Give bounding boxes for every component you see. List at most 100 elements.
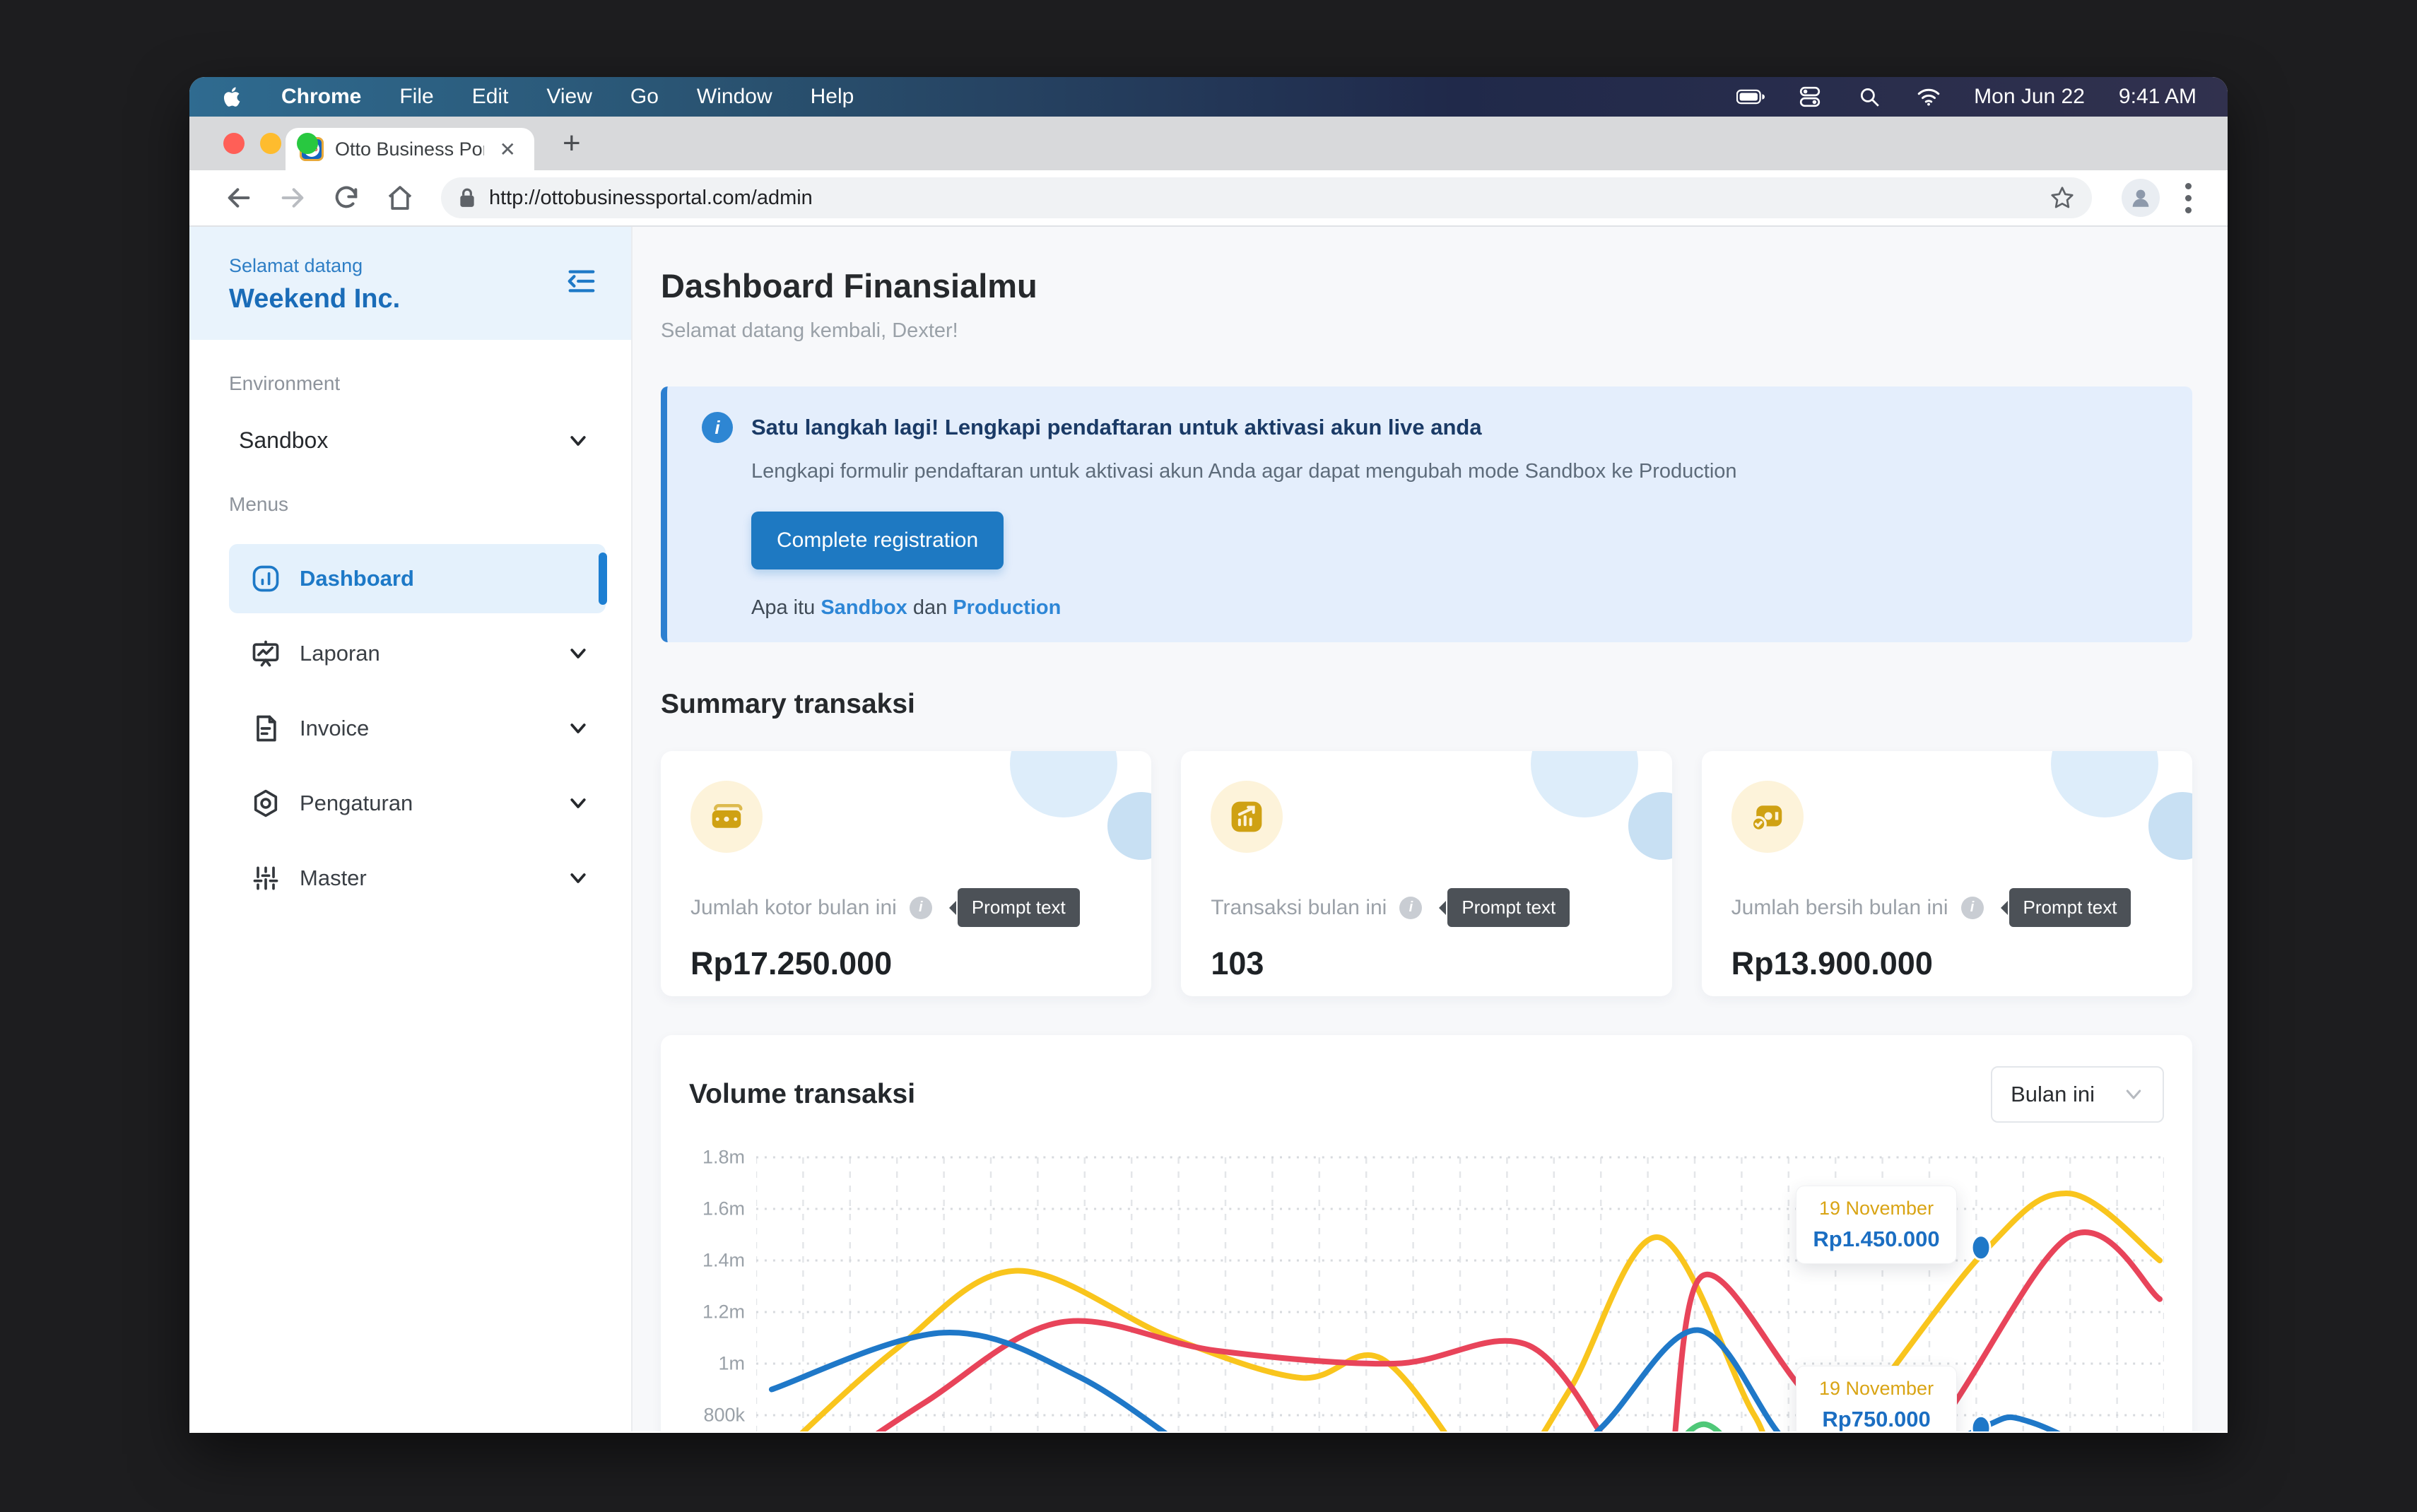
line-chart: 1.8m1.6m1.4m1.2m1m800k600k 19 NovemberRp…	[689, 1147, 2164, 1431]
chart-marker-dot[interactable]	[1972, 1236, 1990, 1260]
window-controls	[223, 133, 318, 154]
environment-select[interactable]: Sandbox	[229, 395, 606, 493]
decorative-circle	[1010, 751, 1117, 817]
chevron-down-icon	[2123, 1084, 2144, 1105]
card-label: Jumlah kotor bulan ini	[690, 896, 897, 920]
browser-menu-icon[interactable]	[2184, 183, 2192, 213]
money-check-icon	[1731, 781, 1804, 853]
profile-avatar[interactable]	[2122, 179, 2160, 217]
banner-description: Lengkapi formulir pendaftaran untuk akti…	[751, 460, 2160, 483]
menubar-item-window[interactable]: Window	[697, 85, 772, 109]
sidebar-item-invoice[interactable]: Invoice	[229, 694, 606, 763]
tooltip-date: 19 November	[1804, 1198, 1949, 1219]
sandbox-link[interactable]: Sandbox	[821, 596, 907, 619]
sliders-icon	[250, 863, 281, 894]
back-icon[interactable]	[225, 184, 253, 212]
sidebar: Selamat datang Weekend Inc. Environment …	[189, 227, 633, 1431]
page-title: Dashboard Finansialmu	[661, 266, 2192, 305]
sidebar-item-label: Laporan	[300, 641, 568, 666]
apple-logo-icon	[220, 85, 245, 109]
chart-up-icon	[1211, 781, 1283, 853]
browser-tab[interactable]: otto Otto Business Portal ✕	[286, 128, 534, 170]
address-bar[interactable]: http://ottobusinessportal.com/admin	[441, 177, 2092, 218]
sidebar-item-laporan[interactable]: Laporan	[229, 619, 606, 688]
card-value: 103	[1211, 945, 1642, 982]
info-icon: i	[702, 412, 733, 443]
new-tab-button[interactable]: +	[563, 122, 581, 165]
card-jumlah-bersih: Jumlah bersih bulan ini i Prompt text Rp…	[1702, 751, 2192, 996]
menubar-item-file[interactable]: File	[399, 85, 433, 109]
chevron-down-icon	[568, 718, 589, 739]
card-label: Transaksi bulan ini	[1211, 896, 1387, 920]
registration-banner: i Satu langkah lagi! Lengkapi pendaftara…	[661, 386, 2192, 642]
menubar-item-view[interactable]: View	[546, 85, 592, 109]
dashboard-icon	[250, 563, 281, 594]
sidebar-item-label: Invoice	[300, 716, 568, 741]
close-window-button[interactable]	[223, 133, 245, 154]
lock-icon	[458, 187, 476, 208]
home-icon[interactable]	[386, 184, 414, 212]
info-icon[interactable]: i	[910, 897, 932, 919]
y-axis-tick-label: 1.8m	[702, 1147, 745, 1169]
page-content: Selamat datang Weekend Inc. Environment …	[189, 227, 2228, 1431]
decorative-circle	[1107, 792, 1151, 860]
environment-value: Sandbox	[239, 427, 328, 454]
zoom-window-button[interactable]	[297, 133, 318, 154]
minimize-window-button[interactable]	[260, 133, 281, 154]
production-link[interactable]: Production	[953, 596, 1061, 619]
decorative-circle	[1531, 751, 1638, 817]
card-value: Rp17.250.000	[690, 945, 1122, 982]
menubar-item-go[interactable]: Go	[630, 85, 659, 109]
complete-registration-button[interactable]: Complete registration	[751, 512, 1004, 569]
macos-menubar: Chrome File Edit View Go Window Help Mon…	[189, 77, 2228, 117]
chevron-down-icon	[568, 430, 589, 451]
period-filter-dropdown[interactable]: Bulan ini	[1991, 1066, 2164, 1123]
info-icon[interactable]: i	[1961, 897, 1984, 919]
reload-icon[interactable]	[332, 184, 360, 212]
environment-label: Environment	[229, 372, 606, 395]
tooltip-bubble: Prompt text	[958, 888, 1080, 927]
series-red	[810, 1232, 2160, 1431]
card-jumlah-kotor: Jumlah kotor bulan ini i Prompt text Rp1…	[661, 751, 1151, 996]
control-center-icon[interactable]	[1796, 84, 1824, 110]
chart-tooltip: 19 NovemberRp750.000	[1796, 1366, 1957, 1431]
menubar-item-help[interactable]: Help	[811, 85, 854, 109]
volume-chart-card: Volume transaksi Bulan ini 1.8m1.6m1.4m1…	[661, 1035, 2192, 1431]
period-filter-value: Bulan ini	[2011, 1082, 2095, 1107]
banner-footer: Apa itu Sandbox dan Production	[751, 596, 2160, 620]
decorative-circle	[2148, 792, 2192, 860]
url-text[interactable]: http://ottobusinessportal.com/admin	[489, 187, 2037, 210]
wifi-icon[interactable]	[1915, 84, 1943, 110]
menubar-item-chrome[interactable]: Chrome	[281, 85, 361, 109]
sidebar-item-pengaturan[interactable]: Pengaturan	[229, 769, 606, 838]
forward-icon[interactable]	[278, 184, 307, 212]
sidebar-header: Selamat datang Weekend Inc.	[189, 227, 631, 340]
sidebar-item-label: Dashboard	[300, 566, 589, 591]
decorative-circle	[2051, 751, 2158, 817]
chevron-down-icon	[568, 868, 589, 889]
main-content: Dashboard Finansialmu Selamat datang kem…	[633, 227, 2228, 1431]
browser-window: Chrome File Edit View Go Window Help Mon…	[189, 77, 2228, 1433]
summary-cards: Jumlah kotor bulan ini i Prompt text Rp1…	[661, 751, 2192, 996]
spotlight-search-icon[interactable]	[1855, 84, 1883, 110]
page-subtitle: Selamat datang kembali, Dexter!	[661, 319, 2192, 343]
y-axis-tick-label: 800k	[703, 1405, 745, 1427]
bookmark-star-icon[interactable]	[2050, 185, 2075, 211]
chart-marker-dot[interactable]	[1972, 1416, 1990, 1431]
tab-strip: otto Otto Business Portal ✕ +	[189, 117, 2228, 170]
close-tab-icon[interactable]: ✕	[495, 138, 520, 161]
menus-label: Menus	[229, 493, 606, 516]
tooltip-bubble: Prompt text	[1447, 888, 1570, 927]
tooltip-value: Rp750.000	[1804, 1407, 1949, 1431]
settings-gear-icon	[250, 788, 281, 819]
chart-tooltip: 19 NovemberRp1.450.000	[1796, 1186, 1957, 1264]
collapse-sidebar-icon[interactable]	[565, 265, 597, 297]
sidebar-greeting: Selamat datang	[229, 255, 400, 277]
invoice-document-icon	[250, 713, 281, 744]
sidebar-item-dashboard[interactable]: Dashboard	[229, 544, 606, 613]
menubar-item-edit[interactable]: Edit	[472, 85, 509, 109]
chart-title: Volume transaksi	[689, 1079, 915, 1110]
sidebar-item-master[interactable]: Master	[229, 844, 606, 913]
info-icon[interactable]: i	[1399, 897, 1422, 919]
chevron-down-icon	[568, 793, 589, 814]
